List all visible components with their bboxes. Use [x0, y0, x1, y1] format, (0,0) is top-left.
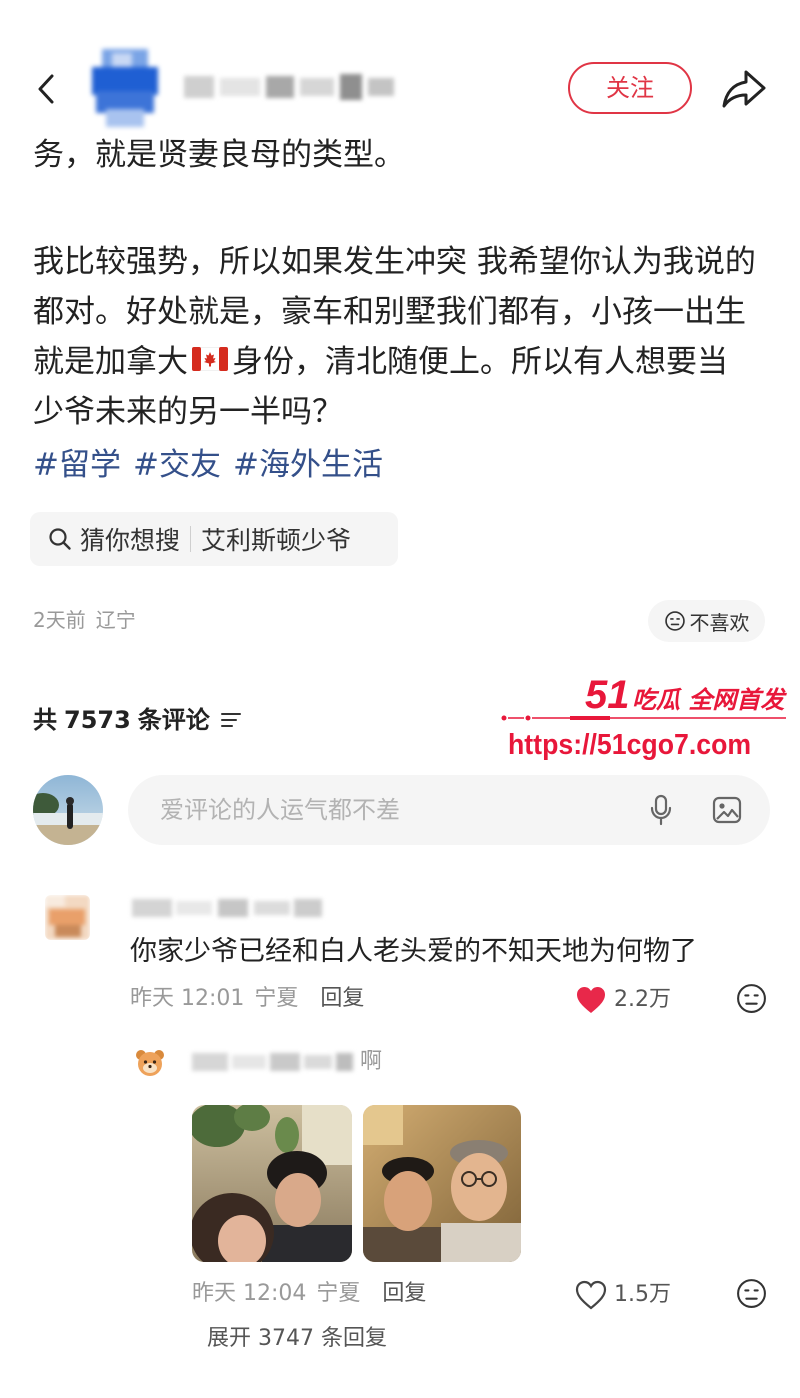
comment-meta: 昨天 12:01 宁夏 回复: [130, 985, 364, 1013]
post-text-segment: 身份，清北随便上。所以有人想要当: [232, 344, 728, 380]
reply-button[interactable]: 回复: [320, 986, 364, 1011]
post-time: 2天前: [33, 608, 86, 632]
watermark-url: https://51cgo7.com: [508, 729, 752, 761]
expand-replies-button[interactable]: 展开 3747 条回复: [207, 1325, 387, 1353]
reply-button[interactable]: 回复: [382, 1281, 426, 1306]
reply-time: 昨天 12:04: [192, 1281, 307, 1306]
post-text-line: 就是加拿大 身份，清北随便上。所以有人想要当: [33, 337, 728, 387]
dislike-button[interactable]: 不喜欢: [648, 600, 765, 642]
reply-avatar[interactable]: [135, 1048, 165, 1078]
share-icon[interactable]: [720, 66, 768, 110]
commenter-avatar[interactable]: [45, 895, 90, 940]
follow-button[interactable]: 关注: [568, 62, 692, 114]
hashtag-list: #留学 #交友 #海外生活: [33, 440, 395, 490]
search-suggestion-query: 艾利斯顿少爷: [201, 526, 352, 555]
comment-text: 你家少爷已经和白人老头爱的不知天地为何物了: [130, 936, 697, 967]
post-text-line: 都对。好处就是，豪车和别墅我们都有，小孩一出生: [33, 294, 746, 330]
search-suggestion-label: 猜你想搜: [80, 526, 181, 555]
post-location: 辽宁: [95, 608, 136, 632]
image-icon[interactable]: [712, 795, 742, 825]
search-suggestion-chip[interactable]: 猜你想搜 艾利斯顿少爷: [30, 512, 398, 566]
post-text-line: 我比较强势，所以如果发生冲突 我希望你认为我说的: [33, 244, 756, 280]
comment-input[interactable]: [160, 775, 630, 845]
like-heart-icon[interactable]: [575, 1280, 607, 1310]
current-user-avatar[interactable]: [33, 775, 103, 845]
reply-meta: 昨天 12:04 宁夏 回复: [192, 1280, 426, 1308]
post-text-line: 少爷未来的另一半吗？: [33, 394, 343, 430]
reply-user-name-visible[interactable]: 啊: [360, 1048, 382, 1076]
dislike-label: 不喜欢: [689, 610, 750, 635]
search-icon: [48, 527, 72, 551]
comment-time: 昨天 12:01: [130, 986, 245, 1011]
chip-divider: [190, 526, 192, 552]
post-text-segment: 就是加拿大: [33, 344, 188, 380]
author-avatar[interactable]: [90, 45, 160, 130]
microphone-icon[interactable]: [648, 794, 674, 826]
comments-count-suffix: 条评论: [137, 706, 210, 734]
back-arrow-icon[interactable]: [34, 72, 58, 106]
hashtag-link[interactable]: #留学: [33, 447, 121, 483]
comments-count-header: 共 7573 条评论: [33, 703, 242, 737]
hashtag-link[interactable]: #交友: [133, 447, 221, 483]
reply-user-name-blurred[interactable]: [190, 1047, 355, 1077]
post-meta: 2天前 辽宁: [33, 606, 136, 634]
reply-location: 宁夏: [316, 1281, 361, 1306]
neutral-face-icon: [664, 610, 686, 632]
neutral-face-icon[interactable]: [735, 1277, 768, 1310]
canada-flag-icon: [191, 336, 229, 386]
neutral-face-icon[interactable]: [735, 982, 768, 1015]
reply-photo[interactable]: [192, 1105, 352, 1262]
comments-count: 7573: [64, 706, 131, 734]
like-count: 2.2万: [614, 987, 671, 1012]
author-name-blurred[interactable]: [180, 68, 400, 106]
reply-photo[interactable]: [363, 1105, 521, 1262]
comments-count-prefix: 共: [33, 706, 57, 734]
commenter-name-blurred[interactable]: [130, 895, 325, 921]
like-count: 1.5万: [614, 1282, 671, 1307]
comment-input-bar: [128, 775, 770, 845]
like-heart-icon[interactable]: [575, 985, 607, 1015]
watermark-divider-line: [500, 709, 790, 721]
hashtag-link[interactable]: #海外生活: [233, 447, 383, 483]
post-text-line: 务，就是贤妻良母的类型。: [33, 137, 405, 173]
comment-location: 宁夏: [254, 986, 299, 1011]
filter-icon[interactable]: [220, 711, 242, 729]
